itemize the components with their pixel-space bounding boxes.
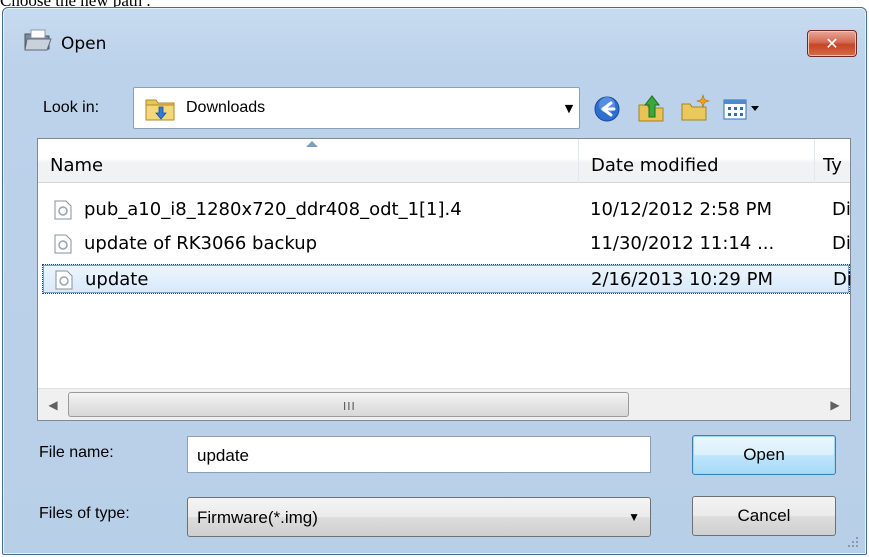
open-button[interactable]: Open	[692, 435, 836, 475]
chevron-down-icon: ▼	[628, 510, 640, 524]
scrollbar-grip: III	[343, 400, 356, 413]
file-name-label: File name:	[39, 444, 114, 461]
file-icon	[55, 270, 73, 290]
title-bar[interactable]: Open ✕	[3, 8, 866, 68]
back-icon[interactable]	[591, 93, 623, 125]
up-folder-icon[interactable]	[635, 93, 667, 125]
file-type-value: Firmware(*.img)	[197, 508, 318, 527]
downloads-folder-icon	[145, 99, 175, 121]
file-name-input[interactable]: update	[187, 436, 651, 473]
cancel-button[interactable]: Cancel	[692, 496, 836, 536]
column-label-type: Ty	[823, 155, 842, 176]
list-item-selected[interactable]: update 2/16/2013 10:29 PM Di	[42, 264, 851, 294]
column-header-type[interactable]: Ty	[815, 139, 855, 183]
file-type-select[interactable]: Firmware(*.img) ▼	[187, 497, 651, 537]
file-name: update of RK3066 backup	[84, 233, 318, 254]
open-folder-icon	[24, 29, 52, 51]
scroll-left-icon[interactable]: ◀	[38, 389, 68, 421]
file-name: pub_a10_i8_1280x720_ddr408_odt_1[1].4	[84, 199, 462, 220]
file-name: update	[85, 269, 149, 290]
list-header: Name Date modified Ty	[38, 139, 850, 183]
open-dialog: Open ✕ Look in: Downloads ▼ Name Date mo…	[2, 7, 867, 555]
file-type-label: Files of type:	[39, 505, 130, 522]
look-in-dropdown[interactable]: Downloads ▼	[133, 87, 580, 129]
close-button[interactable]: ✕	[807, 30, 857, 57]
look-in-label: Look in:	[43, 99, 100, 116]
look-in-value: Downloads	[186, 99, 266, 116]
list-item[interactable]: pub_a10_i8_1280x720_ddr408_odt_1[1].4 10…	[42, 195, 850, 225]
window-title: Open	[61, 34, 107, 54]
view-menu-icon[interactable]	[721, 93, 765, 125]
scrollbar-thumb[interactable]: III	[68, 392, 629, 417]
file-date: 11/30/2012 11:14 ...	[590, 233, 775, 254]
column-label-name: Name	[50, 155, 104, 176]
file-list: Name Date modified Ty pub_a10_i8_1280x72…	[37, 138, 851, 421]
file-icon	[54, 200, 72, 220]
sort-ascending-icon	[306, 141, 318, 147]
file-date: 2/16/2013 10:29 PM	[591, 269, 773, 290]
file-date: 10/12/2012 2:58 PM	[590, 199, 772, 220]
scroll-right-icon[interactable]: ▶	[820, 389, 850, 421]
column-header-name[interactable]: Name	[38, 139, 579, 183]
file-icon	[54, 234, 72, 254]
file-type: Di	[833, 269, 851, 290]
resize-grip-icon[interactable]	[846, 535, 860, 549]
new-folder-icon[interactable]	[679, 93, 711, 125]
horizontal-scrollbar[interactable]: ◀ III ▶	[38, 388, 850, 420]
file-type: Di	[832, 199, 850, 220]
file-type: Di	[832, 233, 850, 254]
column-header-date[interactable]: Date modified	[579, 139, 815, 183]
chevron-down-icon[interactable]: ▼	[561, 102, 577, 116]
column-label-date: Date modified	[591, 155, 719, 176]
list-item[interactable]: update of RK3066 backup 11/30/2012 11:14…	[42, 229, 850, 259]
